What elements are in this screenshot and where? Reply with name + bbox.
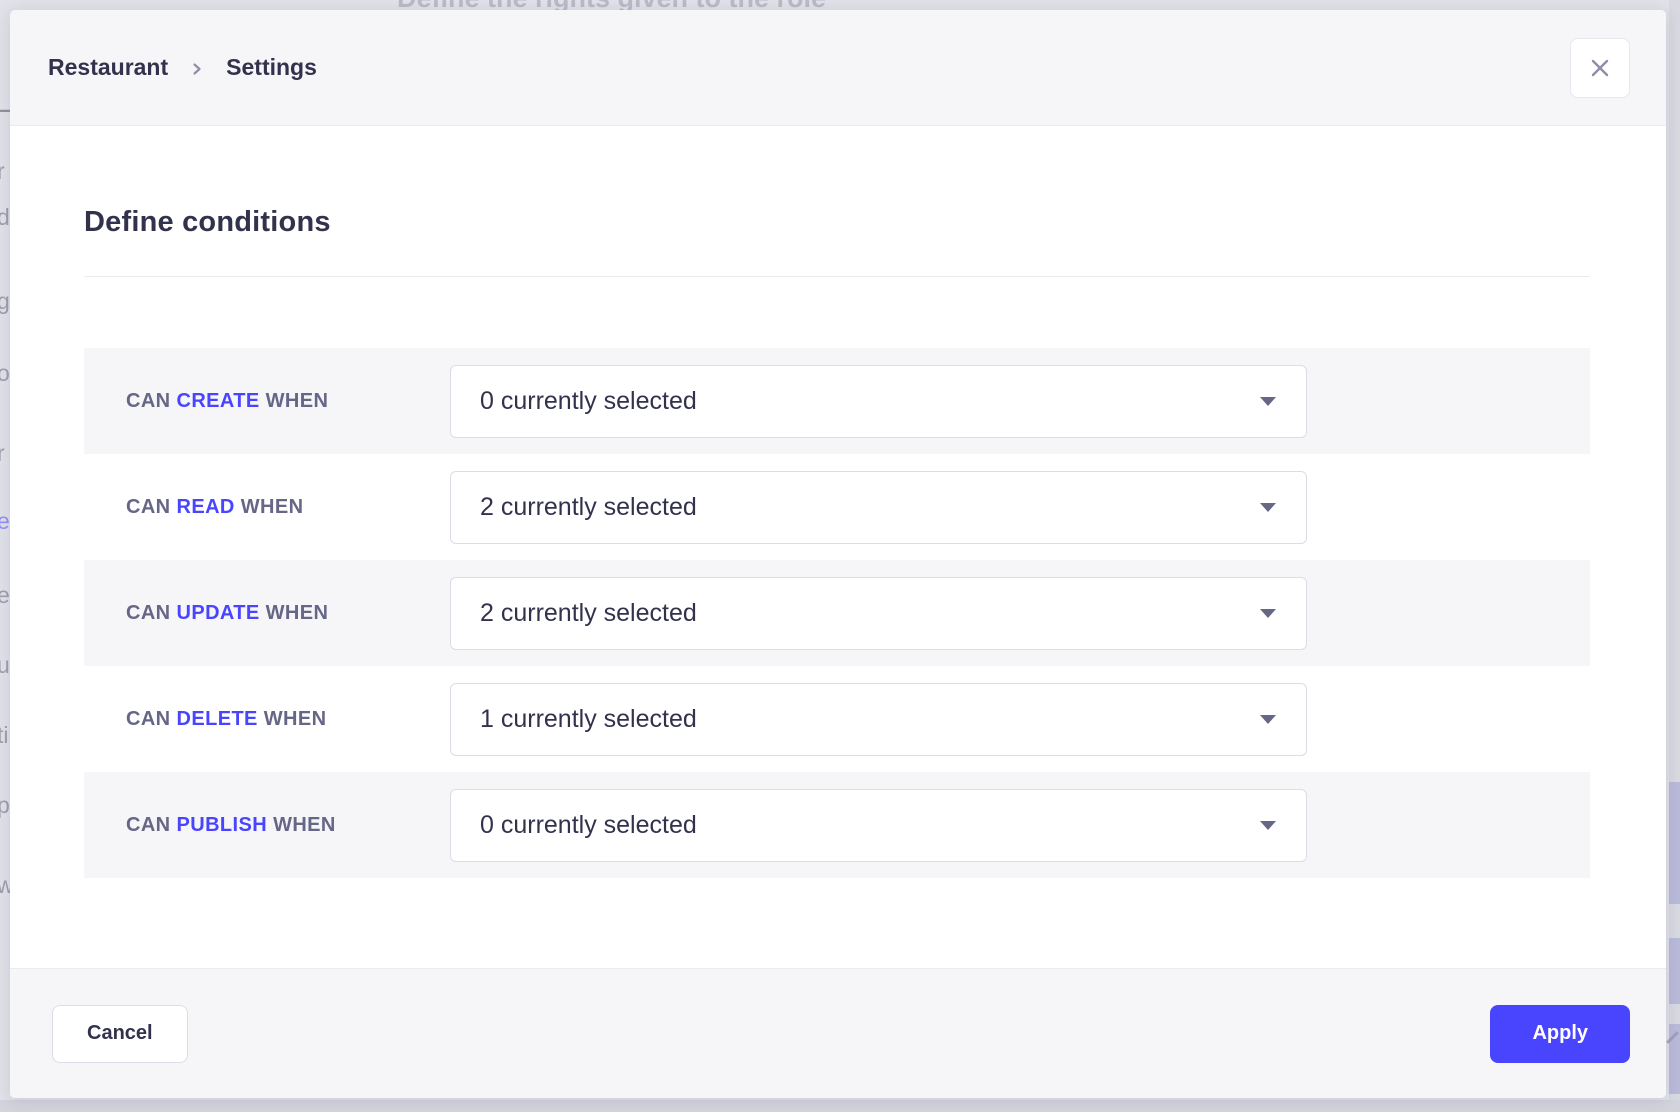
permission-row-create: CAN CREATE WHEN 0 currently selected <box>84 348 1590 454</box>
breadcrumb-item-restaurant: Restaurant <box>48 54 168 81</box>
create-conditions-select[interactable]: 0 currently selected <box>450 365 1307 438</box>
when-label: WHEN <box>266 390 329 412</box>
dialog-title: Define conditions <box>84 126 1590 239</box>
background-bottom-strip <box>0 1100 1680 1112</box>
can-label: CAN <box>126 496 171 518</box>
permission-row-label: CAN DELETE WHEN <box>84 708 450 731</box>
action-label: PUBLISH <box>177 814 268 836</box>
background-scrollbar-thumb <box>1669 938 1680 1004</box>
chevron-right-icon <box>190 62 204 76</box>
can-label: CAN <box>126 708 171 730</box>
background-text-fragment: o <box>0 360 10 387</box>
when-label: WHEN <box>273 814 336 836</box>
permission-row-update: CAN UPDATE WHEN 2 currently selected <box>84 560 1590 666</box>
can-label: CAN <box>126 390 171 412</box>
apply-button[interactable]: Apply <box>1490 1005 1630 1063</box>
chevron-down-icon <box>1260 821 1276 830</box>
permission-row-label: CAN CREATE WHEN <box>84 390 450 413</box>
background-text-fragment: r <box>0 440 5 467</box>
when-label: WHEN <box>264 708 327 730</box>
permission-row-delete: CAN DELETE WHEN 1 currently selected <box>84 666 1590 772</box>
chevron-down-icon <box>1260 503 1276 512</box>
background-text-fragment: p <box>0 792 10 819</box>
permission-rows: CAN CREATE WHEN 0 currently selected CAN… <box>84 348 1590 878</box>
when-label: WHEN <box>241 496 304 518</box>
select-value: 0 currently selected <box>480 387 697 416</box>
modal-body: Define conditions CAN CREATE WHEN 0 curr… <box>10 126 1666 968</box>
define-conditions-modal: Restaurant Settings Define conditions CA… <box>10 10 1666 1098</box>
permission-row-label: CAN READ WHEN <box>84 496 450 519</box>
delete-conditions-select[interactable]: 1 currently selected <box>450 683 1307 756</box>
chevron-down-icon <box>1260 397 1276 406</box>
read-conditions-select[interactable]: 2 currently selected <box>450 471 1307 544</box>
background-scrollbar-thumb <box>1669 782 1680 904</box>
x-icon <box>1588 56 1612 80</box>
modal-footer: Cancel Apply <box>10 968 1666 1098</box>
permission-row-publish: CAN PUBLISH WHEN 0 currently selected <box>84 772 1590 878</box>
can-label: CAN <box>126 602 171 624</box>
background-text-fragment: ti <box>0 722 9 749</box>
close-button[interactable] <box>1570 38 1630 98</box>
select-value: 0 currently selected <box>480 811 697 840</box>
background-text-fragment: u <box>0 652 10 679</box>
permission-row-read: CAN READ WHEN 2 currently selected <box>84 454 1590 560</box>
chevron-down-icon <box>1260 609 1276 618</box>
select-value: 1 currently selected <box>480 705 697 734</box>
action-label: READ <box>177 496 235 518</box>
breadcrumb-item-settings: Settings <box>226 54 317 81</box>
action-label: DELETE <box>177 708 258 730</box>
background-text-fragment: g <box>0 288 10 315</box>
background-text-fragment: d <box>0 204 10 231</box>
title-divider <box>84 276 1590 277</box>
action-label: CREATE <box>177 390 260 412</box>
when-label: WHEN <box>266 602 329 624</box>
background-text-fragment: r <box>0 158 5 185</box>
permission-row-label: CAN PUBLISH WHEN <box>84 814 450 837</box>
modal-header: Restaurant Settings <box>10 10 1666 126</box>
chevron-down-icon <box>1260 715 1276 724</box>
can-label: CAN <box>126 814 171 836</box>
permission-row-label: CAN UPDATE WHEN <box>84 602 450 625</box>
update-conditions-select[interactable]: 2 currently selected <box>450 577 1307 650</box>
select-value: 2 currently selected <box>480 493 697 522</box>
select-value: 2 currently selected <box>480 599 697 628</box>
publish-conditions-select[interactable]: 0 currently selected <box>450 789 1307 862</box>
cancel-button[interactable]: Cancel <box>52 1005 188 1063</box>
breadcrumb: Restaurant Settings <box>48 54 317 81</box>
action-label: UPDATE <box>177 602 260 624</box>
background-text-fragment: e <box>0 508 10 535</box>
